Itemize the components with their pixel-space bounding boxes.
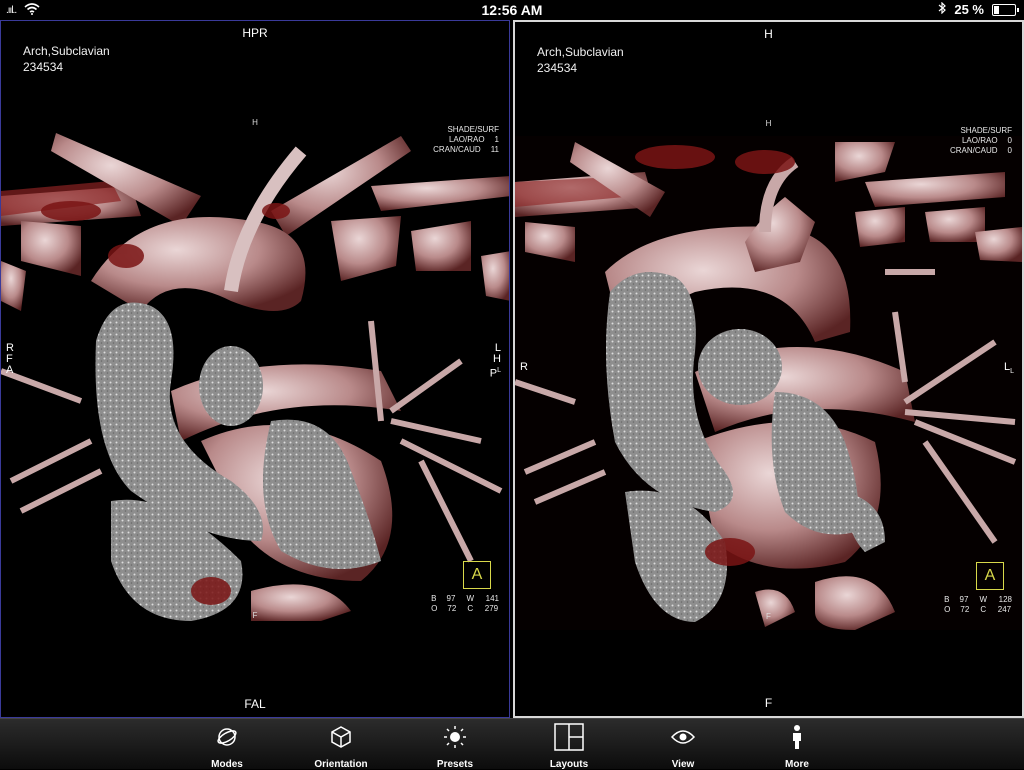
patient-name: Arch,Subclavian xyxy=(537,45,624,59)
modes-label: Modes xyxy=(211,759,243,770)
viewport-right-orientation-top: H xyxy=(764,27,773,41)
viewport-right-patient-info: Arch,Subclavian 234534 xyxy=(537,44,624,76)
viewport-left-patient-info: Arch,Subclavian 234534 xyxy=(23,43,110,75)
lao-rao-value: 1 xyxy=(494,135,499,144)
viewport-left-orientation-bottom: FAL xyxy=(244,697,266,711)
viewport-left-orientation-top: HPR xyxy=(242,26,268,40)
viewport-left-orientation-left: R F A xyxy=(6,342,14,376)
modes-button[interactable]: Modes xyxy=(182,721,272,770)
viewport-right-orientation-left: R xyxy=(520,361,528,373)
bluetooth-icon xyxy=(938,1,947,17)
modes-icon xyxy=(182,721,272,753)
cran-caud-value: 11 xyxy=(490,145,499,154)
person-icon xyxy=(752,721,842,753)
patient-name: Arch,Subclavian xyxy=(23,44,110,58)
orientation-button[interactable]: Orientation xyxy=(296,721,386,770)
view-button[interactable]: View xyxy=(638,721,728,770)
viewport-left-inner-bottom: F xyxy=(252,611,258,620)
cran-caud-label: CRAN/CAUD xyxy=(433,145,481,154)
orientation-cube-icon[interactable]: A xyxy=(463,561,491,589)
layouts-grid-icon xyxy=(524,721,614,753)
presets-button[interactable]: Presets xyxy=(410,721,500,770)
viewport-right-render-info: SHADE/SURF LAO/RAO 0 CRAN/CAUD 0 xyxy=(950,126,1012,156)
viewport-right-inner-bottom: F xyxy=(766,612,771,621)
battery-percent: 25 % xyxy=(954,2,984,17)
cran-caud-value: 0 xyxy=(1007,146,1012,155)
viewport-right-inner-top: H xyxy=(765,119,772,128)
sun-icon xyxy=(410,721,500,753)
render-mode-label: SHADE/SURF xyxy=(960,126,1012,135)
viewport-left-orientation-right: L H PL xyxy=(489,342,501,380)
patient-id: 234534 xyxy=(537,61,578,75)
view-label: View xyxy=(671,759,695,770)
lao-rao-label: LAO/RAO xyxy=(961,136,998,145)
viewport-left-render-info: SHADE/SURF LAO/RAO 1 CRAN/CAUD 11 xyxy=(433,125,499,155)
more-button[interactable]: More xyxy=(752,721,842,770)
status-time: 12:56 AM xyxy=(481,2,543,18)
orientation-cube-tool-icon xyxy=(296,721,386,753)
lao-rao-label: LAO/RAO xyxy=(448,135,485,144)
layouts-label: Layouts xyxy=(549,759,589,770)
viewport-left[interactable]: HPR Arch,Subclavian 234534 H SHADE/SURF … xyxy=(0,20,510,718)
render-mode-label: SHADE/SURF xyxy=(447,125,499,134)
battery-icon xyxy=(992,3,1019,16)
status-right: 25 % xyxy=(938,1,1019,17)
presets-label: Presets xyxy=(436,759,474,770)
viewport-right-orientation-bottom: F xyxy=(764,696,773,710)
lao-rao-value: 0 xyxy=(1007,136,1012,145)
status-bar: .ııl.. 12:56 AM 25 % xyxy=(0,0,1024,20)
viewport-right[interactable]: H Arch,Subclavian 234534 H SHADE/SURF LA… xyxy=(513,20,1024,718)
more-label: More xyxy=(785,759,809,770)
orientation-label: Orientation xyxy=(314,759,368,770)
patient-id: 234534 xyxy=(23,60,64,74)
bottom-toolbar: Modes Orientation Presets Layouts View M… xyxy=(0,718,1024,770)
eye-icon xyxy=(638,721,728,753)
orientation-cube-icon[interactable]: A xyxy=(976,562,1004,590)
viewport-right-orientation-right: LL xyxy=(1003,361,1014,376)
cran-caud-label: CRAN/CAUD xyxy=(949,146,998,155)
layouts-button[interactable]: Layouts xyxy=(524,721,614,770)
